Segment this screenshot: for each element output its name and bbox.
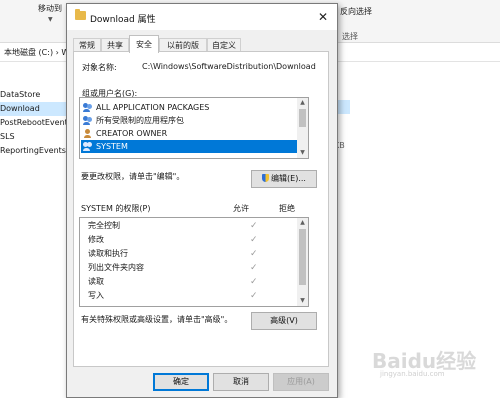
table-row: 写入 ✓: [88, 291, 258, 301]
list-item[interactable]: Download: [0, 102, 68, 116]
list-item[interactable]: SLS: [0, 130, 68, 144]
list-item[interactable]: ReportingEvents.lo: [0, 144, 68, 158]
check-icon: ✓: [250, 291, 258, 301]
scroll-thumb[interactable]: [299, 109, 306, 127]
select-group-label: 选择: [342, 32, 358, 41]
folder-icon: [75, 9, 86, 20]
list-item[interactable]: CREATOR OWNER: [81, 127, 297, 140]
apply-button[interactable]: 应用(A): [273, 373, 329, 391]
table-row: 完全控制 ✓: [88, 221, 258, 231]
tab-previous-versions[interactable]: 以前的版本: [159, 38, 207, 64]
list-item[interactable]: 所有受限制的应用程序包: [81, 114, 297, 127]
table-row: 修改 ✓: [88, 235, 258, 245]
table-row: 读取 ✓: [88, 277, 258, 287]
shield-icon: [262, 174, 270, 182]
object-name-value: C:\Windows\SoftwareDistribution\Download: [142, 62, 316, 71]
user-icon: [83, 129, 93, 138]
tab-general[interactable]: 常规: [73, 38, 101, 52]
properties-dialog: Download 属性 ✕ 常规 共享 安全 以前的版本 自定义 对象名称: C…: [66, 3, 338, 398]
allow-column-header: 允许: [233, 204, 249, 213]
chevron-down-icon: ▼: [48, 16, 53, 23]
move-to-button[interactable]: 移动到: [38, 3, 62, 14]
invert-selection-button[interactable]: 反向选择: [340, 6, 372, 17]
tab-sharing[interactable]: 共享: [101, 38, 129, 52]
baidu-watermark: Baidu经验 jingyan.baidu.com: [372, 349, 477, 378]
object-name-label: 对象名称:: [82, 63, 117, 72]
dialog-title: Download 属性: [90, 15, 156, 25]
list-item[interactable]: SYSTEM: [81, 140, 297, 153]
change-permissions-hint: 要更改权限，请单击"编辑"。: [81, 172, 185, 181]
permissions-listbox[interactable]: 完全控制 ✓ 修改 ✓ 读取和执行 ✓ 列出文件夹内容 ✓ 读取 ✓ 写入 ✓ ▲ ▼: [79, 217, 309, 307]
groups-scrollbar[interactable]: ▲ ▼: [297, 98, 308, 158]
scroll-down-icon[interactable]: ▼: [297, 296, 308, 306]
ok-button[interactable]: 确定: [153, 373, 209, 391]
user-group-icon: [83, 142, 93, 151]
edit-button[interactable]: 编辑(E)...: [251, 170, 317, 188]
table-row: 列出文件夹内容 ✓: [88, 263, 258, 273]
scroll-down-icon[interactable]: ▼: [297, 148, 308, 158]
advanced-button[interactable]: 高级(V): [251, 312, 317, 330]
groups-listbox[interactable]: ALL APPLICATION PACKAGES 所有受限制的应用程序包 CRE…: [79, 97, 309, 159]
scroll-thumb[interactable]: [299, 229, 306, 285]
check-icon: ✓: [250, 235, 258, 245]
table-row: 读取和执行 ✓: [88, 249, 258, 259]
tab-security[interactable]: 安全: [129, 35, 159, 53]
tab-customize[interactable]: 自定义: [207, 38, 241, 52]
close-button[interactable]: ✕: [315, 9, 331, 25]
check-icon: ✓: [250, 263, 258, 273]
check-icon: ✓: [250, 249, 258, 259]
package-icon: [83, 103, 93, 112]
scroll-up-icon[interactable]: ▲: [297, 218, 308, 228]
advanced-settings-hint: 有关特殊权限或高级设置，请单击"高级"。: [81, 315, 233, 324]
check-icon: ✓: [250, 221, 258, 231]
list-item[interactable]: ALL APPLICATION PACKAGES: [81, 101, 297, 114]
scroll-up-icon[interactable]: ▲: [297, 98, 308, 108]
permissions-scrollbar[interactable]: ▲ ▼: [297, 218, 308, 306]
package-icon: [83, 116, 93, 125]
list-item[interactable]: DataStore: [0, 88, 68, 102]
list-item[interactable]: PostRebootEventC: [0, 116, 68, 130]
deny-column-header: 拒绝: [279, 204, 295, 213]
cancel-button[interactable]: 取消: [213, 373, 269, 391]
permissions-header: SYSTEM 的权限(P): [81, 204, 151, 213]
dialog-titlebar[interactable]: Download 属性 ✕: [67, 4, 337, 30]
check-icon: ✓: [250, 277, 258, 287]
